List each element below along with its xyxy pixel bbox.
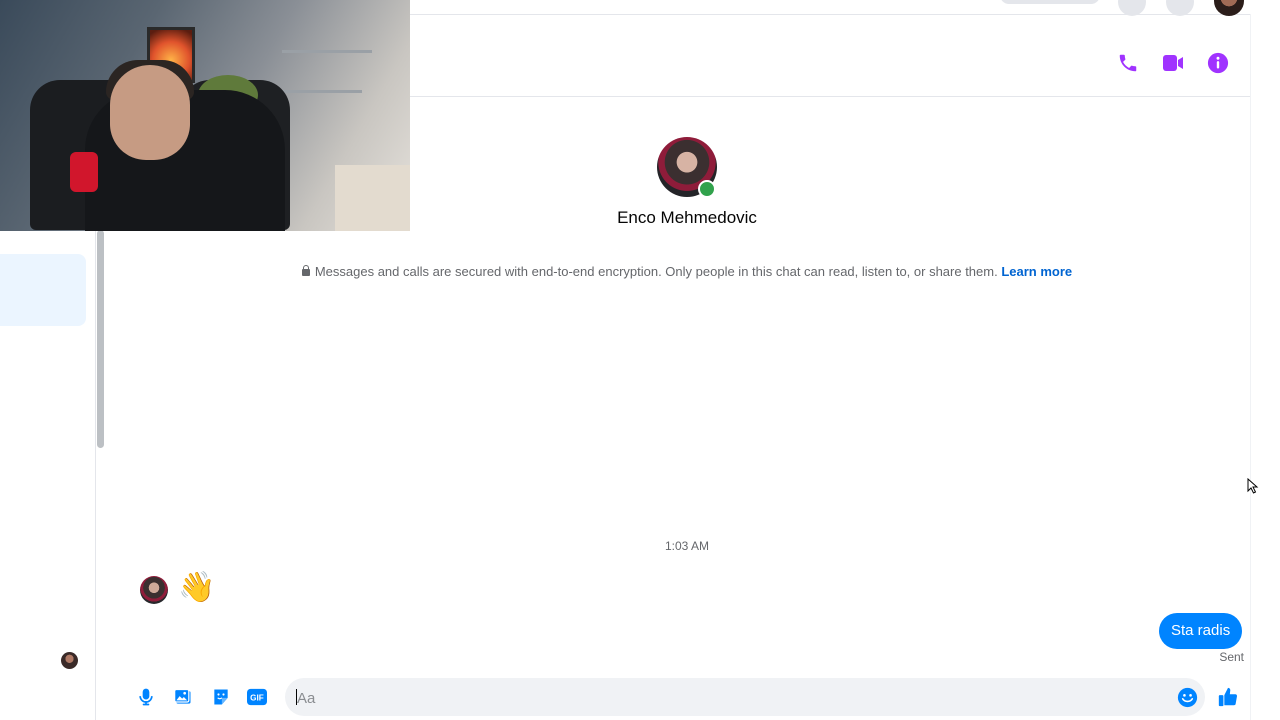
account-avatar[interactable] [1214, 0, 1244, 16]
message-input-container[interactable] [285, 678, 1205, 718]
attach-media-button[interactable] [171, 685, 195, 709]
active-chat-list-item[interactable] [0, 254, 86, 326]
streamer-head [110, 65, 190, 160]
webcam-overlay [0, 0, 410, 231]
sent-message-bubble[interactable]: Sta radis [1159, 613, 1243, 649]
seen-avatar [61, 652, 78, 669]
online-status-dot [698, 180, 716, 198]
encryption-notice: Messages and calls are secured with end-… [124, 264, 1250, 279]
microphone-icon [139, 688, 153, 706]
received-wave-message[interactable]: 👋 [178, 570, 215, 606]
mouse-cursor-icon [1247, 478, 1259, 494]
phone-icon [1119, 54, 1137, 72]
desk [335, 165, 410, 231]
send-like-button[interactable] [1216, 685, 1240, 709]
sticker-button[interactable] [209, 685, 233, 709]
info-icon [1207, 52, 1229, 74]
chat-header [410, 30, 1250, 97]
top-notifications-button[interactable] [1166, 0, 1194, 16]
wall-shelf [282, 50, 372, 53]
top-search-pill[interactable] [1000, 0, 1100, 4]
top-menu-button[interactable] [1118, 0, 1146, 16]
sticker-icon [214, 689, 228, 705]
sent-status: Sent [1219, 650, 1244, 664]
message-timestamp: 1:03 AM [664, 539, 710, 553]
learn-more-link[interactable]: Learn more [1001, 264, 1072, 279]
conversation-info-button[interactable] [1204, 49, 1232, 77]
gif-label: GIF [250, 694, 264, 703]
voice-clip-button[interactable] [134, 685, 158, 709]
gallery-icon [174, 688, 191, 704]
right-margin [1250, 14, 1280, 720]
sidebar-scrollbar[interactable] [97, 230, 104, 448]
red-cup [70, 152, 98, 192]
emoji-picker-button[interactable] [1175, 685, 1199, 709]
voice-call-button[interactable] [1114, 49, 1142, 77]
gif-button[interactable]: GIF [245, 685, 269, 709]
video-icon [1163, 55, 1183, 71]
message-input[interactable] [295, 678, 1159, 718]
video-call-button[interactable] [1159, 49, 1187, 77]
encryption-notice-text: Messages and calls are secured with end-… [314, 264, 998, 279]
emoji-icon [1177, 687, 1197, 707]
lock-icon [301, 265, 310, 276]
thumbs-up-icon [1218, 687, 1238, 707]
sender-avatar[interactable] [140, 576, 168, 604]
message-composer: GIF [124, 675, 1250, 720]
gif-icon: GIF [247, 688, 267, 706]
wall-shelf-lower [282, 90, 362, 93]
